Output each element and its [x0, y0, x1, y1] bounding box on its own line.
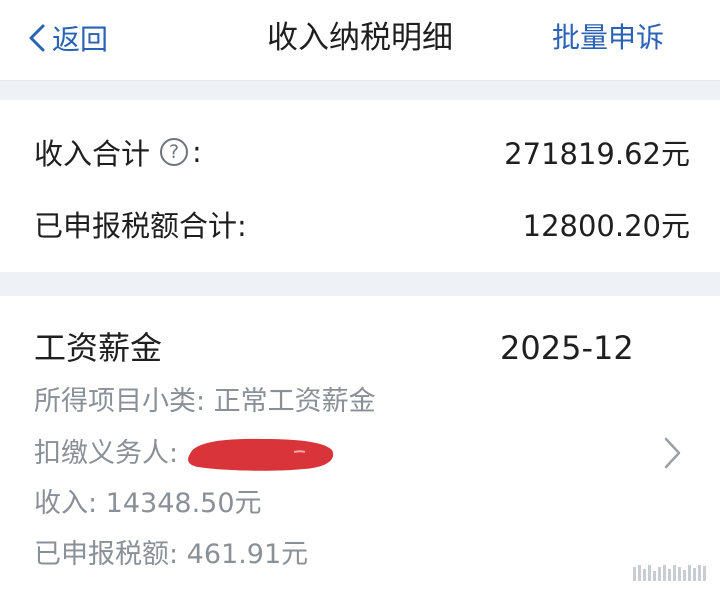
income-total-label-group: 收入合计 ? : — [34, 131, 202, 173]
batch-appeal-button[interactable]: 批量申诉 — [552, 18, 664, 58]
record-tax: 已申报税额: 461.91元 — [34, 539, 309, 570]
tax-total-value: 12800.20元 — [522, 209, 690, 243]
back-label: 返回 — [52, 23, 109, 56]
chevron-right-icon[interactable] — [662, 436, 682, 470]
withholder-label: 扣缴义务人: — [34, 438, 179, 469]
tax-total-label: 已申报税额合计: — [34, 209, 247, 243]
question-icon[interactable]: ? — [160, 138, 189, 166]
back-button[interactable]: 返回 — [28, 18, 108, 58]
income-total-label: 收入合计 — [34, 137, 151, 171]
record-withholder: 扣缴义务人: — [34, 434, 336, 474]
tax-total-row: 已申报税额合计: 12800.20元 — [34, 202, 690, 246]
record-subcategory: 所得项目小类: 正常工资薪金 — [34, 386, 376, 417]
watermark-mark — [633, 563, 706, 581]
redaction-mark — [188, 438, 334, 471]
nav-bar: 返回 收入纳税明细 批量申诉 — [0, 0, 720, 81]
income-total-value: 271819.62元 — [504, 137, 690, 171]
income-total-colon: : — [192, 135, 202, 169]
record-title: 工资薪金 — [34, 329, 163, 367]
chevron-left-icon — [29, 24, 45, 52]
record-income: 收入: 14348.50元 — [34, 488, 262, 519]
income-total-row: 收入合计 ? : 271819.62元 — [34, 130, 690, 174]
summary-card — [0, 100, 720, 272]
record-period: 2025-12 — [500, 329, 634, 367]
